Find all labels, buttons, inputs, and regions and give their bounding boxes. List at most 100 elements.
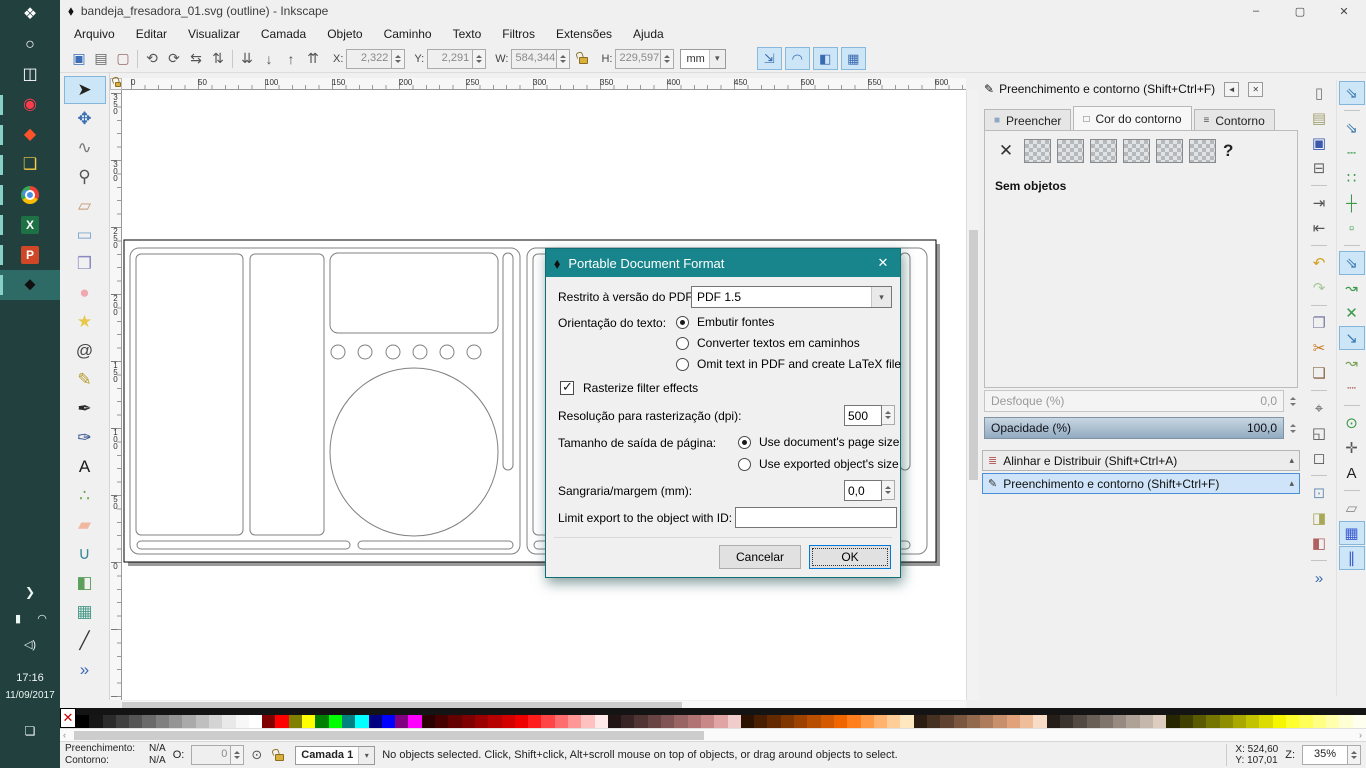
import-button[interactable]: ⇥ bbox=[1306, 191, 1332, 215]
palette-swatch[interactable] bbox=[1059, 715, 1074, 728]
paint-flat-button[interactable] bbox=[1024, 139, 1051, 163]
zoom-tool[interactable]: ⚲ bbox=[64, 163, 106, 191]
snap-text-baseline-toggle[interactable]: A bbox=[1339, 461, 1365, 485]
stroke-value[interactable]: N/A bbox=[149, 755, 166, 767]
palette-swatch[interactable] bbox=[395, 715, 409, 728]
palette-swatch[interactable] bbox=[155, 715, 170, 728]
transform-patterns-toggle[interactable]: ▦ bbox=[840, 47, 866, 70]
palette-swatch[interactable] bbox=[1073, 715, 1087, 728]
toolbox-overflow[interactable]: » bbox=[64, 656, 106, 684]
spray-tool[interactable]: ∴ bbox=[64, 482, 106, 510]
pencil-tool[interactable]: ✎ bbox=[64, 366, 106, 394]
minimize-button[interactable]: – bbox=[1234, 0, 1278, 22]
palette-swatch[interactable] bbox=[275, 715, 289, 728]
palette-swatch[interactable] bbox=[714, 715, 728, 728]
select-all-layers-button[interactable]: ▤ bbox=[90, 48, 112, 70]
panel-close-button[interactable]: ✕ bbox=[1248, 81, 1264, 97]
menu-objeto[interactable]: Objeto bbox=[327, 27, 362, 41]
palette-swatch[interactable] bbox=[993, 715, 1007, 728]
palette-swatch[interactable] bbox=[1020, 715, 1034, 728]
cancel-button[interactable]: Cancelar bbox=[719, 545, 801, 569]
palette-swatch[interactable] bbox=[302, 715, 316, 728]
paint-swatch-button[interactable] bbox=[1156, 139, 1183, 163]
snap-object-centers-toggle[interactable]: ⊙ bbox=[1339, 411, 1365, 435]
lock-ratio-icon[interactable] bbox=[579, 57, 589, 64]
palette-swatch[interactable] bbox=[1139, 715, 1154, 728]
page-size-radio[interactable]: Use exported object's size bbox=[738, 455, 899, 473]
ok-button[interactable]: OK bbox=[809, 545, 891, 569]
horizontal-ruler[interactable]: 0 50 100 150 200 250 300 350 400 450 500 550 600 bbox=[122, 78, 966, 90]
palette-swatch[interactable] bbox=[1219, 715, 1233, 728]
transform-stroke-toggle[interactable]: ⇲ bbox=[756, 47, 782, 70]
palette-swatch[interactable] bbox=[76, 715, 90, 728]
palette-swatch[interactable] bbox=[1286, 715, 1300, 728]
unit-dropdown[interactable]: mm ▾ bbox=[680, 48, 726, 69]
select-all-button[interactable]: ▣ bbox=[68, 48, 90, 70]
palette-no-color-swatch[interactable]: ✕ bbox=[60, 708, 76, 728]
palette-swatch[interactable] bbox=[355, 715, 369, 728]
task-view-button[interactable]: ◫ bbox=[0, 60, 60, 90]
layer-lock-icon[interactable] bbox=[275, 753, 285, 761]
palette-swatch[interactable] bbox=[1192, 715, 1207, 728]
dpi-field[interactable]: 500 bbox=[844, 405, 895, 426]
palette-swatch[interactable] bbox=[794, 715, 808, 728]
undo-button[interactable]: ↶ bbox=[1306, 251, 1332, 275]
menu-editar[interactable]: Editar bbox=[136, 27, 167, 41]
palette-swatch[interactable] bbox=[634, 715, 648, 728]
palette-swatch[interactable] bbox=[647, 715, 662, 728]
blur-slider[interactable]: Desfoque (%) 0,0 bbox=[984, 390, 1284, 412]
palette-swatch[interactable] bbox=[288, 715, 303, 728]
snap-bbox-centers-toggle[interactable]: ▫ bbox=[1339, 216, 1365, 240]
taskbar-brave[interactable]: ◆ bbox=[0, 120, 60, 150]
palette-swatch[interactable] bbox=[900, 715, 914, 728]
palette-swatch[interactable] bbox=[474, 715, 489, 728]
print-button[interactable]: ⊟ bbox=[1306, 156, 1332, 180]
palette-swatch[interactable] bbox=[222, 715, 236, 728]
menu-texto[interactable]: Texto bbox=[453, 27, 482, 41]
layer-visibility-icon[interactable]: ⊙ bbox=[251, 747, 262, 763]
wifi-icon[interactable]: ◠ bbox=[12, 612, 72, 625]
measure-tool[interactable]: ▱ bbox=[64, 192, 106, 220]
snap-bbox-toggle[interactable]: ⇘ bbox=[1339, 116, 1365, 140]
palette-swatch[interactable] bbox=[448, 715, 462, 728]
text-output-radio[interactable]: Converter textos em caminhos bbox=[676, 334, 860, 352]
palette-swatch[interactable] bbox=[461, 715, 475, 728]
action-center-icon[interactable]: ❏ bbox=[0, 724, 60, 738]
eraser-tool[interactable]: ▰ bbox=[64, 511, 106, 539]
spiral-tool[interactable]: @ bbox=[64, 337, 106, 365]
bleed-spin-buttons[interactable] bbox=[882, 480, 895, 500]
lower-to-bottom-button[interactable]: ⇊ bbox=[236, 48, 258, 70]
palette-scrollbar[interactable]: ‹ › bbox=[60, 728, 1366, 741]
palette-swatch[interactable] bbox=[1232, 715, 1247, 728]
vertical-ruler[interactable]: 350 300 250 200 150 100 50 0 bbox=[110, 90, 122, 700]
pdf-version-dropdown[interactable]: PDF 1.5 ▾ bbox=[691, 286, 892, 308]
menu-camada[interactable]: Camada bbox=[261, 27, 306, 41]
create-clone-button[interactable]: ◨ bbox=[1306, 506, 1332, 530]
zoom-field[interactable]: 35% bbox=[1302, 745, 1361, 765]
pen-tool[interactable]: ✒ bbox=[64, 395, 106, 423]
palette-swatch[interactable] bbox=[820, 715, 834, 728]
calligraphy-tool[interactable]: ✑ bbox=[64, 424, 106, 452]
palette-swatch[interactable] bbox=[1046, 715, 1060, 728]
palette-swatch[interactable] bbox=[700, 715, 715, 728]
snap-bbox-corners-toggle[interactable]: ∷ bbox=[1339, 166, 1365, 190]
palette-swatch[interactable] bbox=[727, 715, 741, 728]
snap-guides-toggle[interactable]: ∥ bbox=[1338, 546, 1365, 570]
start-button[interactable]: ❖ bbox=[0, 0, 60, 30]
rectangle-tool[interactable]: ▭ bbox=[64, 221, 106, 249]
cortana-button[interactable]: ○ bbox=[0, 30, 60, 60]
palette-swatch[interactable] bbox=[1153, 715, 1167, 728]
transform-gradients-toggle[interactable]: ◧ bbox=[812, 47, 838, 70]
palette-swatch[interactable] bbox=[1166, 715, 1180, 728]
palette-swatch[interactable] bbox=[89, 715, 103, 728]
palette-swatch[interactable] bbox=[195, 715, 209, 728]
snap-toggle[interactable]: ⇘ bbox=[1338, 81, 1365, 105]
palette-swatch[interactable] bbox=[833, 715, 848, 728]
palette-swatch[interactable] bbox=[408, 715, 422, 728]
new-document-button[interactable]: ▯ bbox=[1306, 81, 1332, 105]
paint-bucket-tool[interactable]: ∪ bbox=[64, 540, 106, 568]
dropper-tool[interactable]: ╱ bbox=[64, 627, 106, 655]
opacity-slider[interactable]: Opacidade (%) 100,0 bbox=[984, 417, 1284, 439]
tray-expand-icon[interactable]: ❯ bbox=[0, 585, 60, 599]
paint-mesh-button[interactable] bbox=[1189, 139, 1216, 163]
